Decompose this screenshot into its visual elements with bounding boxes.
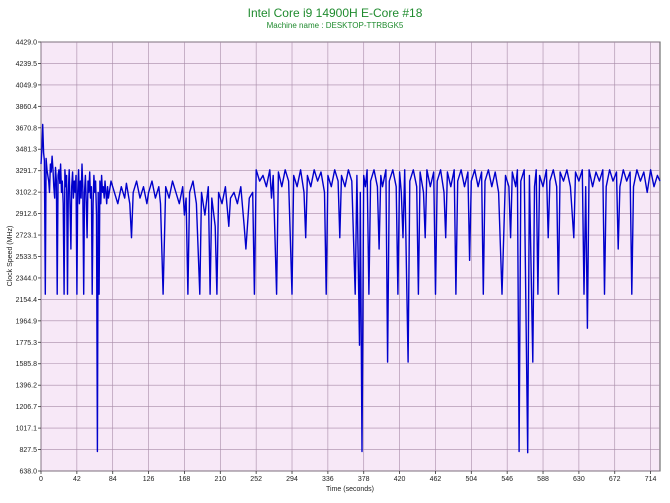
y-tick-label: 2723.1 bbox=[16, 233, 38, 240]
y-tick-label: 2912.6 bbox=[16, 211, 38, 218]
y-tick-label: 1585.8 bbox=[16, 361, 38, 368]
x-tick-label: 168 bbox=[179, 476, 191, 483]
x-tick-label: 0 bbox=[39, 476, 43, 483]
x-tick-label: 336 bbox=[322, 476, 334, 483]
y-tick-label: 2154.4 bbox=[16, 297, 38, 304]
y-tick-label: 4049.9 bbox=[16, 82, 38, 89]
x-axis-title: Time (seconds) bbox=[326, 486, 374, 493]
x-tick-label: 462 bbox=[430, 476, 442, 483]
y-tick-label: 3291.7 bbox=[16, 168, 38, 175]
x-tick-label: 126 bbox=[143, 476, 155, 483]
y-tick-label: 2533.5 bbox=[16, 254, 38, 261]
y-tick-label: 1396.2 bbox=[16, 383, 38, 390]
x-tick-label: 210 bbox=[214, 476, 226, 483]
x-tick-label: 546 bbox=[501, 476, 513, 483]
x-tick-label: 630 bbox=[573, 476, 585, 483]
x-tick-label: 420 bbox=[394, 476, 406, 483]
x-tick-label: 294 bbox=[286, 476, 298, 483]
x-tick-label: 42 bbox=[73, 476, 81, 483]
y-axis-title: Clock Speed (MHz) bbox=[7, 226, 14, 287]
y-tick-label: 4239.5 bbox=[16, 61, 38, 68]
y-tick-label: 3102.2 bbox=[16, 190, 38, 197]
x-tick-label: 504 bbox=[465, 476, 477, 483]
y-tick-label: 3481.3 bbox=[16, 147, 38, 154]
y-tick-label: 1775.3 bbox=[16, 340, 38, 347]
y-tick-label: 1017.1 bbox=[16, 426, 38, 433]
x-axis-ticks: 0 42 84 126 168 210 252 294 336 378 420 462 504 546 58… bbox=[39, 471, 657, 483]
y-tick-label: 2344.0 bbox=[16, 275, 38, 282]
y-tick-label: 638.0 bbox=[19, 469, 37, 476]
y-tick-label: 3670.8 bbox=[16, 125, 38, 132]
x-tick-label: 84 bbox=[109, 476, 117, 483]
y-tick-label: 827.5 bbox=[19, 447, 37, 454]
x-tick-label: 588 bbox=[537, 476, 549, 483]
x-tick-label: 252 bbox=[250, 476, 262, 483]
y-tick-label: 1206.7 bbox=[16, 404, 38, 411]
grid-lines bbox=[40, 41, 660, 472]
y-tick-label: 1964.9 bbox=[16, 318, 38, 325]
x-tick-label: 714 bbox=[645, 476, 657, 483]
y-tick-label: 3860.4 bbox=[16, 104, 38, 111]
x-tick-label: 672 bbox=[609, 476, 621, 483]
y-tick-label: 4429.0 bbox=[16, 40, 38, 47]
y-axis-ticks: 638.0 827.5 1017.1 1206.7 1396.2 1585.8 1775.3… bbox=[16, 40, 41, 476]
x-tick-label: 378 bbox=[358, 476, 370, 483]
clock-speed-line-chart: 638.0 827.5 1017.1 1206.7 1396.2 1585.8 1775.3… bbox=[7, 40, 661, 493]
